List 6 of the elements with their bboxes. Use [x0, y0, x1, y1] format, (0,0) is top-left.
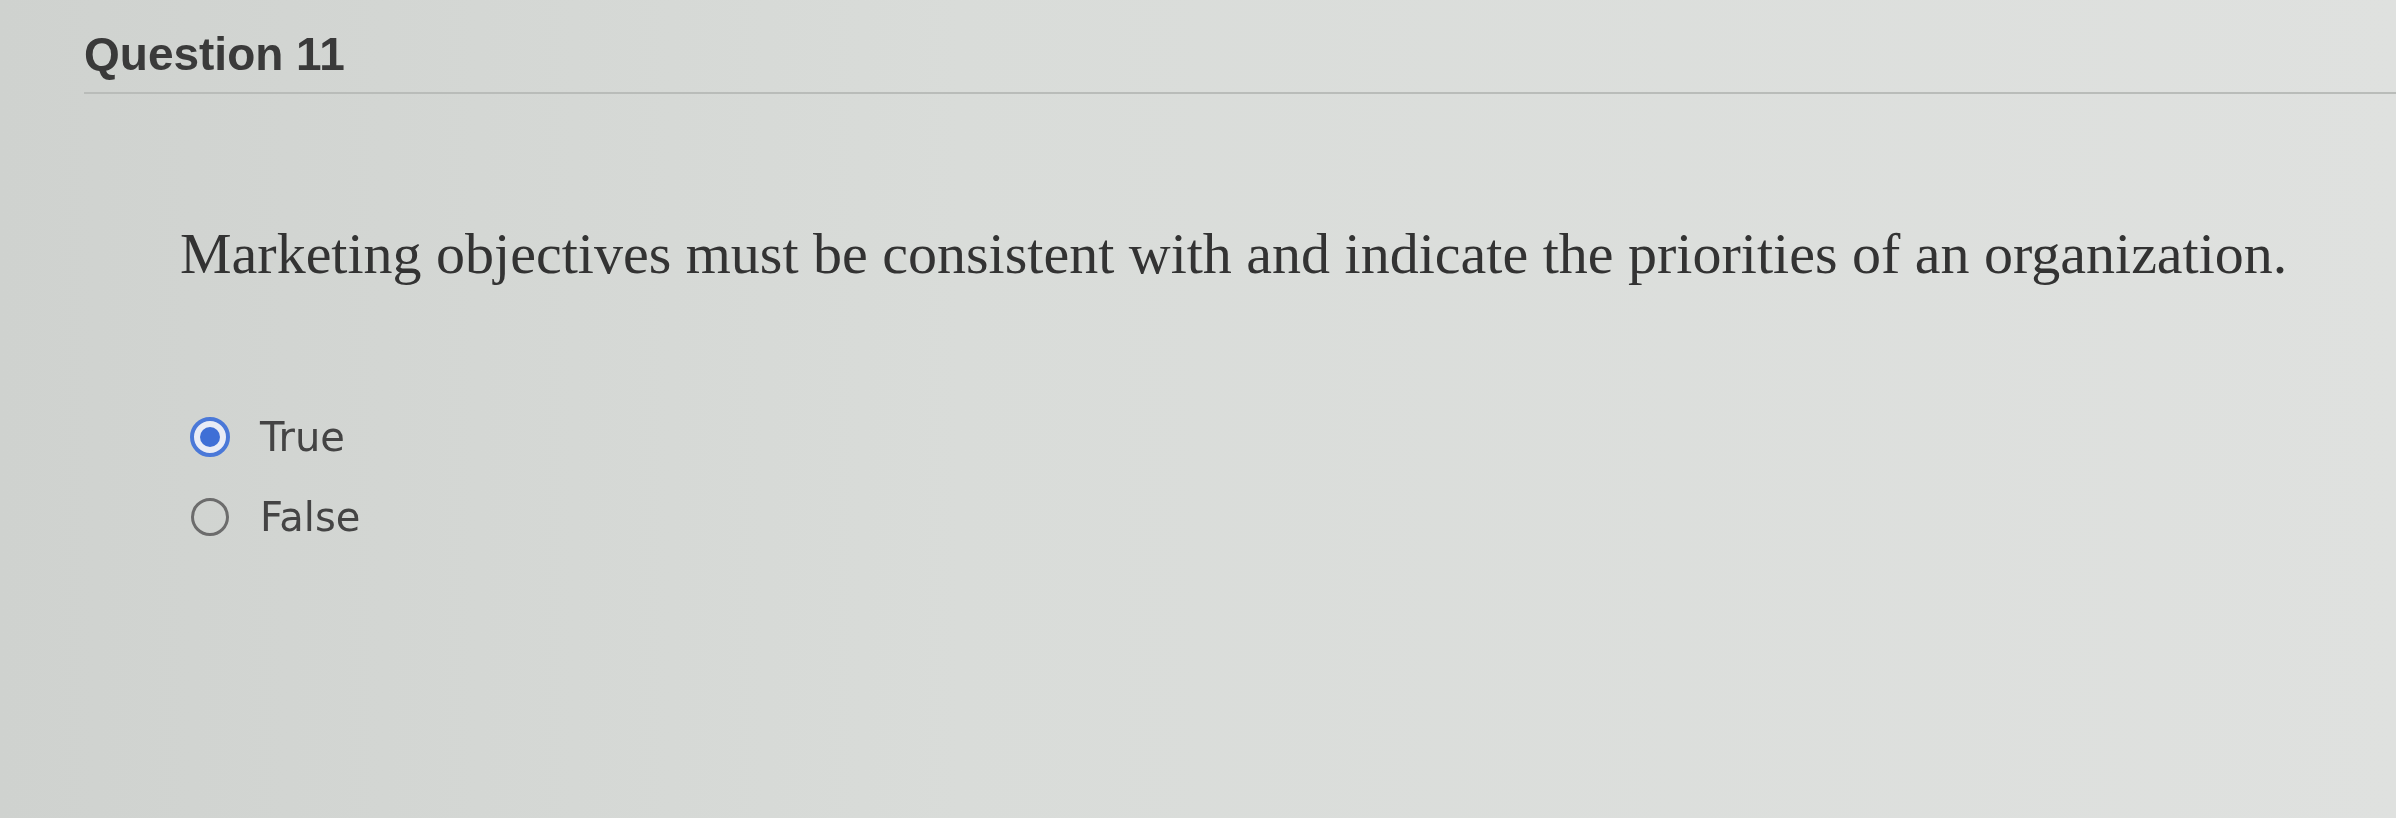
option-label[interactable]: False	[260, 494, 361, 540]
question-title: Question 11	[84, 27, 345, 82]
question-text: Marketing objectives must be consistent with and indicate the priorities of an organization.	[180, 220, 2288, 288]
option-label[interactable]: True	[260, 414, 345, 460]
radio-button[interactable]	[190, 497, 230, 537]
radio-button[interactable]	[190, 417, 230, 457]
